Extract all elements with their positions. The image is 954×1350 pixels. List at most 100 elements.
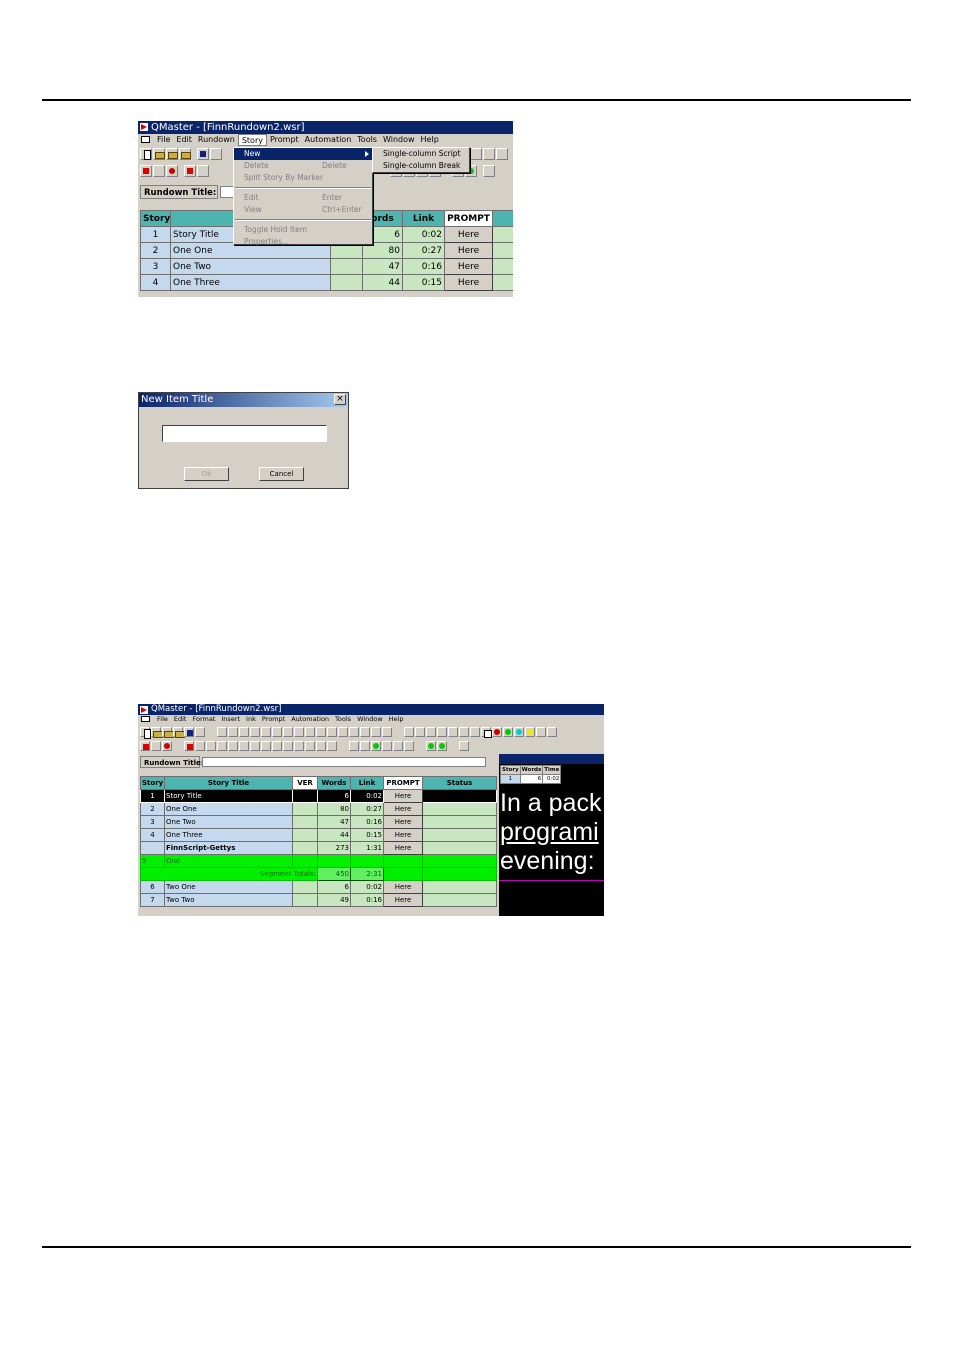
marker-icon[interactable] (371, 740, 381, 751)
pen-icon[interactable] (382, 740, 392, 751)
align-center-icon[interactable] (547, 726, 557, 737)
green-light-icon[interactable] (426, 740, 436, 751)
tool-icon[interactable] (371, 726, 381, 737)
disabled-icon[interactable] (217, 740, 227, 751)
new-file-icon[interactable] (140, 148, 152, 160)
disabled-icon[interactable] (206, 740, 216, 751)
prompt-here-button[interactable]: Here (444, 274, 493, 291)
disabled-icon[interactable] (250, 740, 260, 751)
open-folder-icon[interactable] (153, 148, 165, 160)
prompt-here-button[interactable]: Here (383, 802, 423, 816)
green-light-icon[interactable] (437, 740, 447, 751)
sort-icon[interactable] (360, 740, 370, 751)
tool-icon[interactable] (382, 726, 392, 737)
col-link[interactable]: Link (402, 210, 445, 227)
story-title[interactable]: FinnScript-Gettys (164, 841, 293, 855)
story-title[interactable]: One Two (164, 815, 293, 829)
yellow-color-icon[interactable] (525, 726, 535, 737)
menu-ink[interactable]: Ink (243, 715, 259, 724)
table-row[interactable]: 6 Two One 6 0:02 Here (140, 880, 497, 894)
white-color-icon[interactable] (481, 726, 492, 738)
menu-window[interactable]: Window (380, 134, 418, 146)
align-left-icon[interactable] (536, 726, 546, 737)
tool-icon[interactable] (349, 726, 359, 737)
paste-icon[interactable] (239, 726, 249, 737)
format-icon[interactable] (437, 726, 447, 737)
col-story-title[interactable]: Story Title (164, 776, 293, 790)
col-ver[interactable]: VER (292, 776, 318, 790)
prompt-here-button[interactable]: Here (383, 815, 423, 829)
prompt-here-button[interactable]: Here (383, 880, 423, 894)
menu-help[interactable]: Help (386, 715, 407, 724)
red-color-icon[interactable] (492, 726, 502, 737)
reel-icon[interactable] (151, 740, 161, 751)
menu-item-toggle-hold[interactable]: Toggle Hold Item (234, 224, 372, 236)
text-icon[interactable] (349, 740, 359, 751)
menu-automation[interactable]: Automation (302, 134, 355, 146)
open-folder-icon[interactable] (151, 726, 163, 738)
prompt-here-button[interactable]: Here (444, 226, 493, 243)
open-folder-icon[interactable] (162, 726, 174, 738)
save-icon[interactable] (197, 148, 209, 160)
prompt-here-button[interactable]: Here (383, 893, 423, 907)
disabled-icon[interactable] (327, 740, 337, 751)
prompt-here-button[interactable]: Here (444, 258, 493, 275)
tool-icon[interactable] (338, 726, 348, 737)
menu-automation[interactable]: Automation (288, 715, 332, 724)
table-row[interactable]: FinnScript-Gettys 273 1:31 Here (140, 841, 497, 855)
italic-icon[interactable] (426, 726, 436, 737)
cancel-button[interactable]: Cancel (259, 467, 304, 481)
tool-icon[interactable] (483, 148, 495, 160)
segment-header-row[interactable]: 5 One (140, 854, 497, 868)
rundown-title-input[interactable] (202, 757, 486, 767)
tool-icon[interactable] (283, 726, 293, 737)
open-folder-icon[interactable] (166, 148, 178, 160)
copy-icon[interactable] (228, 726, 238, 737)
menu-tools[interactable]: Tools (354, 134, 380, 146)
stop-icon[interactable] (140, 740, 150, 751)
segment-title[interactable]: One (164, 854, 293, 868)
tool-icon[interactable] (250, 726, 260, 737)
col-status[interactable] (492, 210, 513, 227)
story-title[interactable]: Two Two (164, 893, 293, 907)
tool-icon[interactable] (294, 726, 304, 737)
print-icon[interactable] (210, 148, 222, 160)
table-row[interactable]: 4 One Three 44 0:15 Here (140, 828, 497, 842)
col-link[interactable]: Link (350, 776, 384, 790)
menu-item-view[interactable]: View Ctrl+Enter (234, 204, 372, 216)
item-title-input[interactable] (162, 425, 327, 442)
disabled-icon[interactable] (261, 740, 271, 751)
menu-item-edit[interactable]: Edit Enter (234, 192, 372, 204)
story-title[interactable]: One Two (170, 258, 331, 275)
window-icon[interactable] (483, 165, 495, 177)
menu-help[interactable]: Help (418, 134, 442, 146)
menu-edit[interactable]: Edit (171, 715, 190, 724)
col-status[interactable]: Status (422, 776, 497, 790)
menu-prompt[interactable]: Prompt (259, 715, 288, 724)
menu-rundown[interactable]: Rundown (195, 134, 238, 146)
shape-icon[interactable] (393, 740, 403, 751)
menu-story[interactable]: Story (237, 134, 267, 146)
window-icon[interactable] (459, 740, 469, 751)
open-folder-icon[interactable] (173, 726, 185, 738)
menu-prompt[interactable]: Prompt (267, 134, 302, 146)
print-icon[interactable] (195, 726, 205, 737)
record-icon[interactable] (162, 740, 172, 751)
menu-file[interactable]: File (154, 715, 171, 724)
stop-icon[interactable] (140, 165, 152, 177)
story-title[interactable]: Story Title (164, 789, 293, 803)
menu-item-single-column-break[interactable]: Single-column Break (373, 160, 469, 172)
col-prompt[interactable]: PROMPT (383, 776, 423, 790)
delete-icon[interactable] (184, 740, 194, 751)
table-row[interactable]: 4 One Three 44 0:15 Here (140, 274, 513, 291)
tool-icon[interactable] (305, 726, 315, 737)
col-story[interactable]: Story (140, 210, 171, 227)
tool-icon[interactable] (496, 148, 508, 160)
table-row-selected[interactable]: 1 Story Title 6 0:02 Here (140, 789, 497, 803)
col-prompt[interactable]: PROMPT (444, 210, 493, 227)
menu-insert[interactable]: Insert (218, 715, 243, 724)
new-file-icon[interactable] (140, 726, 151, 739)
prompt-here-button[interactable]: Here (444, 242, 493, 259)
menu-item-split-story[interactable]: Split Story By Marker (234, 172, 372, 184)
menu-format[interactable]: Format (189, 715, 218, 724)
